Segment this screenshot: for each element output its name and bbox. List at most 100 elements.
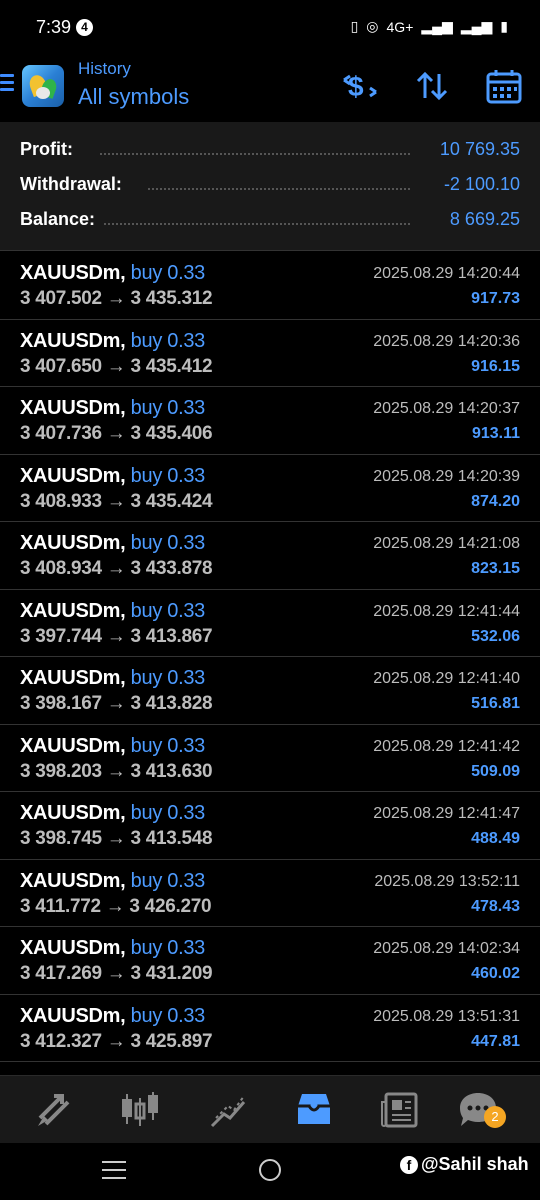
summary-label: Profit: [20,139,81,160]
trade-time: 2025.08.29 14:02:34 [373,940,520,957]
trade-profit: 916.15 [471,357,520,375]
trade-row[interactable]: XAUUSDm, buy 0.33 3 417.269 → 3 431.209 … [0,927,540,995]
trade-prices: 3 398.745 → 3 413.548 [20,828,213,849]
trade-profit: 488.49 [471,830,520,847]
trade-type: buy 0.33 [130,802,206,824]
news-icon[interactable] [378,1088,422,1132]
header-subtitle[interactable]: History [78,59,131,79]
app-bar: History All symbols $ [0,52,540,122]
trade-profit: 509.09 [471,762,520,780]
trade-row[interactable]: XAUUSDm, buy 0.33 3 411.772 → 3 426.270 … [0,859,540,927]
trade-time: 2025.08.29 12:41:44 [373,602,520,620]
trade-prices: 3 411.772 → 3 426.270 [20,895,212,917]
trade-profit: 478.43 [471,897,520,915]
trade-type: buy 0.33 [130,262,206,284]
trade-symbol: XAUUSDm, [20,262,126,284]
trade-time: 2025.08.29 12:41:47 [373,805,520,822]
trade-row[interactable]: XAUUSDm, buy 0.33 3 407.502 → 3 435.312 … [0,252,540,320]
summary-label: Withdrawal: [20,174,130,195]
trade-prices: 3 398.167 → 3 413.828 [20,693,213,714]
trade-type: buy 0.33 [130,869,206,892]
trade-row[interactable]: XAUUSDm, buy 0.33 3 407.736 → 3 435.406 … [0,387,540,455]
summary-row-withdrawal: Withdrawal: -2 100.10 [20,174,520,204]
trade-symbol: XAUUSDm, [20,532,126,554]
trade-profit: 913.11 [471,425,520,442]
watermark: f @Sahil shah [400,1154,529,1175]
trade-prices: 3 408.933 → 3 435.424 [20,490,213,512]
sort-icon[interactable] [412,66,452,106]
facebook-icon: f [400,1155,418,1174]
history-icon[interactable] [292,1088,336,1132]
trade-row[interactable]: XAUUSDm, buy 0.33 3 398.745 → 3 413.548 … [0,792,540,860]
trade-profit: 917.73 [471,290,520,307]
trade-icon[interactable] [206,1088,250,1132]
trade-row[interactable]: XAUUSDm, buy 0.33 3 397.744 → 3 413.867 … [0,589,540,657]
trade-type: buy 0.33 [130,937,206,959]
trade-profit: 447.81 [471,1032,520,1050]
trade-prices: 3 407.650 → 3 435.412 [20,355,213,377]
trade-time: 2025.08.29 14:21:08 [373,535,520,552]
trade-prices: 3 412.327 → 3 425.897 [20,1030,213,1052]
recents-button[interactable] [102,1161,126,1185]
summary-label: Balance: [20,209,104,230]
bottom-nav: 2 [0,1075,540,1143]
deposit-dollar-icon[interactable]: $ [340,66,380,106]
status-bar: 7:39 4 ▯ ◎ 4G+ ▂▄▆ ▂▄▆ ▮ [0,0,540,52]
trade-type: buy 0.33 [130,329,206,352]
trade-time: 2025.08.29 13:51:31 [373,1007,520,1025]
summary-value: -2 100.10 [435,174,520,195]
trade-row[interactable]: XAUUSDm, buy 0.33 3 407.650 → 3 435.412 … [0,319,540,387]
status-indicators: ▯ ◎ 4G+ ▂▄▆ ▂▄▆ ▮ [351,18,508,35]
trade-time: 2025.08.29 14:20:37 [373,400,520,417]
header-title[interactable]: All symbols [78,84,189,110]
trade-profit: 516.81 [471,695,520,712]
quotes-icon[interactable] [32,1088,76,1132]
trade-prices: 3 398.203 → 3 413.630 [20,760,213,782]
svg-text:$: $ [348,71,364,102]
trade-time: 2025.08.29 14:20:36 [373,332,520,350]
home-button[interactable] [259,1159,281,1181]
trade-symbol: XAUUSDm, [20,599,126,622]
notification-badge: 4 [76,19,93,36]
trade-row[interactable]: XAUUSDm, buy 0.33 3 398.203 → 3 413.630 … [0,724,540,792]
trade-symbol: XAUUSDm, [20,869,126,892]
trade-profit: 532.06 [471,627,520,645]
trade-symbol: XAUUSDm, [20,734,126,757]
vibrate-icon: ▯ [350,18,359,34]
network-label: 4G+ [386,18,414,35]
trade-row[interactable]: XAUUSDm, buy 0.33 3 408.933 → 3 435.424 … [0,454,540,522]
trade-prices: 3 407.736 → 3 435.406 [20,423,213,444]
system-nav: f @Sahil shah [0,1143,540,1200]
calendar-icon[interactable] [484,66,524,106]
watermark-text: @Sahil shah [421,1154,529,1174]
trade-symbol: XAUUSDm, [20,329,126,352]
trade-row[interactable]: XAUUSDm, buy 0.33 3 398.167 → 3 413.828 … [0,657,540,725]
signal-icon: ▂▄▆ [421,18,453,34]
summary-value: 10 769.35 [431,139,520,160]
trade-prices: 3 408.934 → 3 433.878 [20,558,213,579]
trade-profit: 823.15 [471,560,520,577]
trade-type: buy 0.33 [130,464,206,487]
app-logo[interactable] [22,65,64,107]
trade-type: buy 0.33 [130,397,206,419]
trade-type: buy 0.33 [130,667,206,689]
trade-profit: 874.20 [471,492,520,510]
trade-symbol: XAUUSDm, [20,667,126,689]
menu-icon[interactable] [0,74,14,94]
trade-prices: 3 397.744 → 3 413.867 [20,625,213,647]
trade-prices: 3 407.502 → 3 435.312 [20,288,213,309]
history-summary: Profit: 10 769.35 Withdrawal: -2 100.10 … [0,122,540,251]
hotspot-icon: ◎ [366,18,379,34]
summary-value: 8 669.25 [441,209,520,230]
trade-row[interactable]: XAUUSDm, buy 0.33 3 408.934 → 3 433.878 … [0,522,540,590]
trade-time: 2025.08.29 12:41:42 [373,737,520,755]
chart-icon[interactable] [118,1088,162,1132]
trade-row[interactable]: XAUUSDm, buy 0.33 3 412.327 → 3 425.897 … [0,994,540,1062]
trade-type: buy 0.33 [130,734,206,757]
trade-type: buy 0.33 [130,1004,206,1027]
battery-icon: ▮ [500,18,508,34]
trade-time: 2025.08.29 14:20:39 [373,467,520,485]
trade-symbol: XAUUSDm, [20,1004,126,1027]
trade-symbol: XAUUSDm, [20,937,126,959]
trade-list: XAUUSDm, buy 0.33 3 407.502 → 3 435.312 … [0,252,540,1062]
